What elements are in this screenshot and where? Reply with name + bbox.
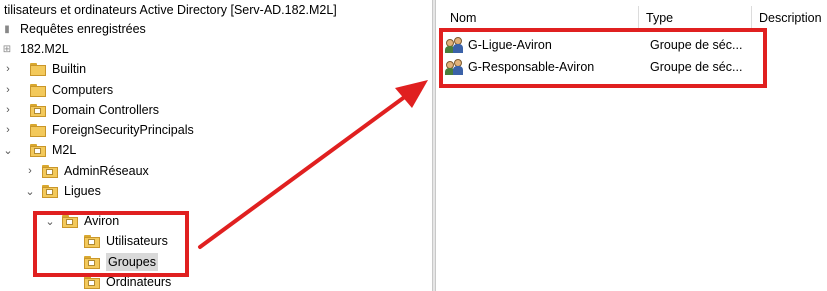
- column-header-description[interactable]: Description: [759, 8, 822, 28]
- ou-folder-icon: [30, 143, 46, 157]
- expand-icon[interactable]: ›: [4, 104, 12, 116]
- tree-item-label: 182.M2L: [20, 42, 69, 56]
- tree-item-label: M2L: [52, 143, 77, 157]
- collapse-icon[interactable]: ⌄: [24, 185, 36, 198]
- tree-item-foreign-security-principals[interactable]: › ForeignSecurityPrincipals: [4, 120, 194, 140]
- column-header-nom[interactable]: Nom: [450, 8, 476, 28]
- highlight-box-list: [439, 28, 767, 88]
- list-view: Nom Type Description G-Ligue-Aviron Grou…: [439, 0, 827, 291]
- column-header-type[interactable]: Type: [646, 8, 673, 28]
- tree-item-m2l[interactable]: ⌄ M2L: [3, 140, 77, 160]
- highlight-box-tree: [33, 211, 189, 277]
- ou-folder-icon: [42, 184, 58, 198]
- tree-root-label: tilisateurs et ordinateurs Active Direct…: [4, 3, 337, 17]
- tree-item-domain[interactable]: ⊞ 182.M2L: [2, 39, 69, 59]
- domain-icon: ⊞: [2, 43, 12, 55]
- collapse-icon[interactable]: ⌄: [3, 144, 12, 157]
- tree-item-label: Builtin: [52, 62, 87, 76]
- tree-item-label: Computers: [52, 83, 114, 97]
- tree-pane: tilisateurs et ordinateurs Active Direct…: [0, 0, 432, 291]
- column-divider[interactable]: [638, 6, 639, 28]
- saved-queries-icon: ▮: [4, 23, 10, 35]
- tree-item-computers[interactable]: › Computers: [4, 80, 113, 100]
- folder-icon: [30, 83, 46, 97]
- column-divider[interactable]: [751, 6, 752, 28]
- tree-root-title[interactable]: tilisateurs et ordinateurs Active Direct…: [4, 0, 337, 20]
- expand-icon[interactable]: ›: [4, 84, 12, 96]
- folder-icon: [30, 62, 46, 76]
- ou-folder-icon: [84, 275, 100, 289]
- tree-item-label: AdminRéseaux: [64, 164, 149, 178]
- expand-icon[interactable]: ›: [24, 165, 36, 177]
- expand-icon[interactable]: ›: [4, 124, 12, 136]
- expand-icon[interactable]: ›: [4, 63, 12, 75]
- tree-item-label: Domain Controllers: [52, 103, 159, 117]
- pane-splitter[interactable]: [432, 0, 436, 291]
- tree-item-label: Ligues: [64, 184, 101, 198]
- tree-item-admin-reseaux[interactable]: › AdminRéseaux: [24, 161, 149, 181]
- tree-item-label: Requêtes enregistrées: [20, 22, 146, 36]
- tree-item-domain-controllers[interactable]: › Domain Controllers: [4, 100, 159, 120]
- tree-item-label: ForeignSecurityPrincipals: [52, 123, 194, 137]
- ou-folder-icon: [30, 103, 46, 117]
- tree-item-ligues[interactable]: ⌄ Ligues: [24, 181, 101, 201]
- ou-folder-icon: [42, 164, 58, 178]
- tree-item-builtin[interactable]: › Builtin: [4, 59, 86, 79]
- tree-item-saved-queries[interactable]: ▮ Requêtes enregistrées: [2, 19, 146, 39]
- folder-icon: [30, 123, 46, 137]
